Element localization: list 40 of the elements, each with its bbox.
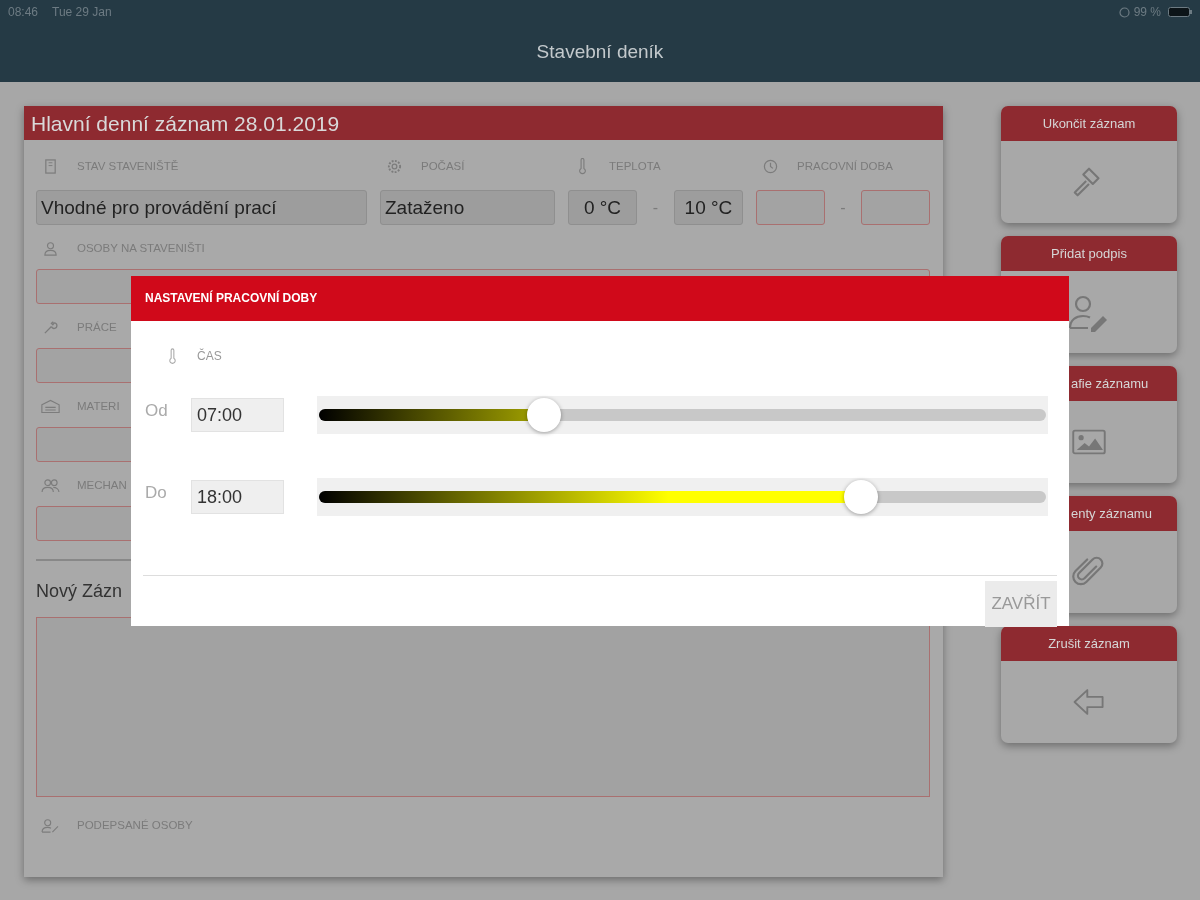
range-dash: - <box>652 198 659 217</box>
slider[interactable] <box>317 396 1048 434</box>
action-label: Přidat podpis <box>1001 236 1177 271</box>
arrow-left-icon <box>1072 686 1106 718</box>
battery-icon <box>1168 7 1192 17</box>
text-area[interactable] <box>36 617 930 797</box>
section-label: ČAS <box>197 349 222 363</box>
time-field[interactable]: 18:00 <box>191 480 284 514</box>
row-label: Od <box>144 401 169 421</box>
status-time: 08:46 <box>8 5 39 19</box>
record-title: Hlavní denní záznam 28.01.2019 <box>24 106 943 140</box>
person-icon <box>41 240 60 256</box>
warehouse-icon <box>41 398 60 414</box>
status-date: Tue 29 Jan <box>52 5 112 19</box>
temperature-from-field[interactable]: 0 °C <box>568 190 637 225</box>
range-dash: - <box>840 198 846 217</box>
gear-icon <box>385 158 404 174</box>
action-tile[interactable]: Zrušit záznam <box>1001 626 1177 743</box>
hours-to-field[interactable] <box>861 190 930 225</box>
battery-percent: 99 % <box>1133 5 1161 19</box>
action-label: Zrušit záznam <box>1001 626 1177 661</box>
section-title: Nový Zázn <box>36 581 124 603</box>
site-status-field[interactable]: Vhodné pro provádění prací <box>36 190 367 225</box>
slider-thumb[interactable] <box>843 480 878 514</box>
slider[interactable] <box>317 478 1048 516</box>
slider-thumb[interactable] <box>527 398 562 432</box>
image-icon <box>1071 428 1107 456</box>
person-pen-icon <box>41 817 60 833</box>
action-tile[interactable]: Ukončit záznam <box>1001 106 1177 223</box>
thermometer-icon <box>168 347 177 365</box>
temperature-to-field[interactable]: 10 °C <box>674 190 743 225</box>
dialog-title: NASTAVENÍ PRACOVNÍ DOBY <box>131 276 1069 321</box>
weather-field[interactable]: Zataženo <box>380 190 555 225</box>
hours-from-field[interactable] <box>756 190 825 225</box>
clock-icon <box>761 158 780 174</box>
people-icon <box>41 477 60 493</box>
action-label: Ukončit záznam <box>1001 106 1177 141</box>
row-label: Do <box>144 483 168 503</box>
app-title: Stavební deník <box>535 41 665 63</box>
time-field[interactable]: 07:00 <box>191 398 284 432</box>
